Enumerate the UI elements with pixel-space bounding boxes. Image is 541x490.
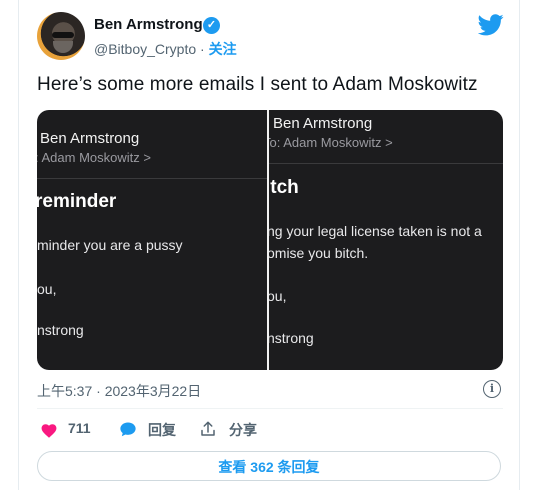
view-replies-button[interactable]: 查看 362 条回复: [37, 451, 501, 481]
email-sender: Ben Armstrong: [40, 130, 140, 147]
info-icon[interactable]: i: [483, 380, 501, 398]
share-button[interactable]: 分享: [229, 420, 257, 440]
email-screenshot-left[interactable]: Ben Armstrong : Adam Moskowitz > reminde…: [37, 110, 267, 370]
share-icon[interactable]: [199, 420, 217, 438]
email-subject: itch: [269, 177, 299, 198]
tweet-text: Here’s some more emails I sent to Adam M…: [37, 74, 478, 95]
email-recipient: : Adam Moskowitz >: [37, 150, 151, 165]
reply-bubble-icon[interactable]: [119, 421, 137, 437]
email-subject: reminder: [37, 191, 117, 212]
email-body-line: ng your legal license taken is not a: [269, 223, 482, 239]
avatar-beard: [53, 41, 73, 53]
like-count[interactable]: 711: [68, 420, 91, 436]
email-recipient: To: Adam Moskowitz >: [269, 135, 393, 150]
author-handle-row: @Bitboy_Crypto · 关注: [94, 39, 237, 59]
actions-separator: [37, 408, 503, 409]
avatar[interactable]: [37, 12, 85, 60]
heart-icon[interactable]: [40, 422, 58, 438]
email-screenshot-right[interactable]: Ben Armstrong To: Adam Moskowitz > itch …: [269, 110, 503, 370]
avatar-glasses: [52, 32, 74, 38]
email-body-line: ou,: [269, 288, 287, 304]
tweet-timestamp[interactable]: 上午5:37 · 2023年3月22日: [37, 381, 201, 401]
reply-button[interactable]: 回复: [148, 420, 176, 440]
email-sender: Ben Armstrong: [273, 115, 373, 132]
verified-badge-icon: ✓: [203, 17, 220, 34]
email-divider: [37, 178, 267, 179]
email-body-line: nstrong: [269, 330, 314, 346]
email-body-line: ou,: [37, 281, 57, 297]
handle-separator: ·: [200, 41, 205, 57]
email-body-line: nstrong: [37, 322, 84, 338]
tweet-media[interactable]: Ben Armstrong : Adam Moskowitz > reminde…: [37, 110, 503, 370]
twitter-bird-icon[interactable]: [478, 14, 504, 36]
author-name[interactable]: Ben Armstrong: [94, 16, 203, 33]
email-divider: [269, 163, 503, 164]
follow-button[interactable]: 关注: [209, 41, 237, 57]
author-handle[interactable]: @Bitboy_Crypto: [94, 41, 196, 57]
email-body-line: minder you are a pussy: [37, 237, 183, 253]
email-body-line: omise you bitch.: [269, 245, 369, 261]
